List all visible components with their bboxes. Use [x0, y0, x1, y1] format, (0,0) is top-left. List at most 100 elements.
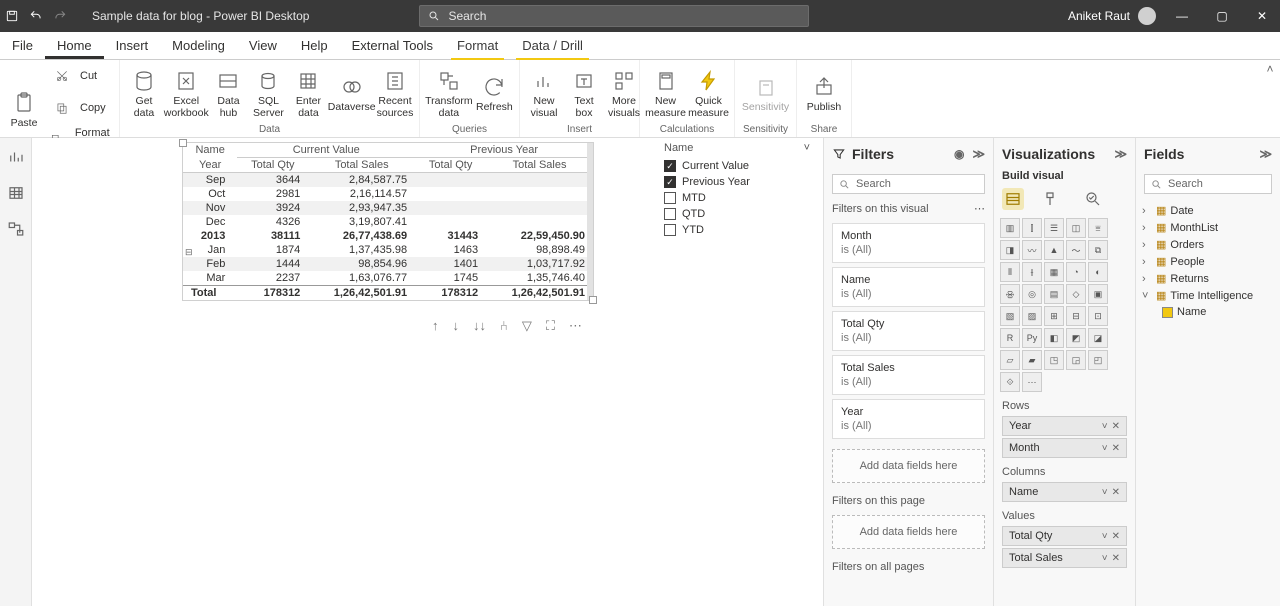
viz-type-chip[interactable]: ◎	[1022, 284, 1042, 304]
quick-measure-button[interactable]: Quick measure	[687, 65, 730, 119]
filter-card[interactable]: Nameis (All)	[832, 267, 985, 307]
viz-type-chip[interactable]: ⧉	[1088, 240, 1108, 260]
viz-type-chip[interactable]: ▥	[1000, 218, 1020, 238]
eye-icon[interactable]: ◉	[954, 147, 964, 161]
format-visual-tab[interactable]	[1042, 188, 1064, 210]
viz-type-chip[interactable]: ☰	[1044, 218, 1064, 238]
report-canvas[interactable]: Name Current Value Previous Year Year To…	[32, 138, 823, 606]
drill-up-icon[interactable]: ↑	[432, 318, 439, 334]
redo-icon[interactable]	[52, 9, 68, 23]
remove-field-icon[interactable]: ✕	[1112, 487, 1120, 498]
close-button[interactable]: ✕	[1248, 9, 1276, 23]
remove-field-icon[interactable]: ✕	[1112, 531, 1120, 542]
viz-type-chip[interactable]: ◩	[1066, 328, 1086, 348]
dataverse-button[interactable]: Dataverse	[328, 71, 375, 113]
table-row[interactable]: Dec43263,19,807.41	[183, 215, 593, 229]
columns-field[interactable]: Name˅✕	[1002, 482, 1127, 502]
collapse-pane-icon[interactable]: ≫	[1114, 147, 1127, 161]
viz-type-chip[interactable]: ◫	[1066, 218, 1086, 238]
cut-button[interactable]: Cut	[44, 60, 119, 92]
row-expand-icon[interactable]: ⊟	[185, 247, 193, 258]
chevron-down-icon[interactable]: ˅	[1102, 531, 1108, 542]
title-search[interactable]: Search	[419, 5, 809, 27]
fields-table[interactable]: ›▦Returns	[1142, 270, 1274, 287]
filters-search[interactable]: Search	[832, 174, 985, 194]
publish-button[interactable]: Publish	[801, 71, 847, 113]
slicer-visual[interactable]: Name ˅ ✓Current Value✓Previous YearMTDQT…	[662, 142, 812, 238]
tab-data-drill[interactable]: Data / Drill	[510, 32, 595, 59]
viz-type-chip[interactable]: ◇	[1066, 284, 1086, 304]
fields-table[interactable]: ›▦Orders	[1142, 236, 1274, 253]
viz-type-chip[interactable]: ▰	[1022, 350, 1042, 370]
excel-button[interactable]: Excel workbook	[164, 65, 208, 119]
model-view-icon[interactable]	[7, 220, 25, 238]
chevron-down-icon[interactable]: ˅	[1102, 487, 1108, 498]
table-row[interactable]: Nov39242,93,947.35	[183, 201, 593, 215]
table-row[interactable]: Sep36442,84,587.75	[183, 173, 593, 188]
viz-type-chip[interactable]: ⊟	[1066, 306, 1086, 326]
tab-format[interactable]: Format	[445, 32, 510, 59]
user-account[interactable]: Aniket Raut	[1068, 7, 1156, 25]
viz-type-chip[interactable]: ◧	[1044, 328, 1064, 348]
more-visuals-button[interactable]: More visuals	[604, 65, 644, 119]
viz-type-chip[interactable]: R	[1000, 328, 1020, 348]
filter-card[interactable]: Total Qtyis (All)	[832, 311, 985, 351]
fields-table[interactable]: ›▦Date	[1142, 202, 1274, 219]
new-measure-button[interactable]: New measure	[644, 65, 687, 119]
slicer-option[interactable]: QTD	[662, 206, 812, 222]
build-visual-tab[interactable]	[1002, 188, 1024, 210]
report-view-icon[interactable]	[7, 148, 25, 166]
filter-icon[interactable]: ▽	[522, 318, 532, 334]
chevron-down-icon[interactable]: ˅	[804, 142, 810, 154]
viz-type-chip[interactable]: 🝮	[1000, 284, 1020, 304]
text-box-button[interactable]: Text box	[564, 65, 604, 119]
viz-type-chip[interactable]: ▦	[1044, 262, 1064, 282]
expand-all-icon[interactable]: ↓↓	[473, 318, 486, 334]
remove-field-icon[interactable]: ✕	[1112, 553, 1120, 564]
fields-field[interactable]: Name	[1142, 304, 1274, 320]
viz-type-chip[interactable]: ⫿	[1022, 218, 1042, 238]
viz-type-chip[interactable]: ◳	[1044, 350, 1064, 370]
tab-external-tools[interactable]: External Tools	[340, 32, 445, 59]
viz-type-chip[interactable]: ◲	[1066, 350, 1086, 370]
chevron-down-icon[interactable]: ˅	[1102, 553, 1108, 564]
slicer-option[interactable]: ✓Previous Year	[662, 174, 812, 190]
table-row[interactable]: Feb144498,854.9614011,03,717.92	[183, 257, 593, 271]
add-page-filter[interactable]: Add data fields here	[832, 515, 985, 549]
viz-type-chip[interactable]: 〰	[1022, 240, 1042, 260]
viz-type-chip[interactable]: ▨	[1022, 306, 1042, 326]
get-data-button[interactable]: Get data	[124, 65, 164, 119]
table-row[interactable]: Mar22371,63,076.7717451,35,746.40	[183, 271, 593, 286]
paste-button[interactable]: Paste	[4, 87, 44, 129]
drill-down-icon[interactable]: ↓	[453, 318, 460, 334]
remove-field-icon[interactable]: ✕	[1112, 443, 1120, 454]
more-options-icon[interactable]: ⋯	[569, 318, 582, 334]
minimize-button[interactable]: ―	[1168, 9, 1196, 23]
tab-help[interactable]: Help	[289, 32, 340, 59]
expand-level-icon[interactable]: ⑃	[500, 318, 508, 334]
collapse-ribbon-icon[interactable]: ˄	[1260, 60, 1280, 137]
filter-card[interactable]: Yearis (All)	[832, 399, 985, 439]
viz-type-chip[interactable]: ⋯	[1022, 372, 1042, 392]
fields-table-expanded[interactable]: ˅▦Time Intelligence	[1142, 287, 1274, 304]
recent-sources-button[interactable]: Recent sources	[375, 65, 415, 119]
fields-search[interactable]: Search	[1144, 174, 1272, 194]
rows-field[interactable]: Year˅✕	[1002, 416, 1127, 436]
focus-mode-icon[interactable]: ⛶	[546, 318, 555, 334]
chevron-down-icon[interactable]: ˅	[1102, 443, 1108, 454]
tab-view[interactable]: View	[237, 32, 289, 59]
refresh-button[interactable]: Refresh	[474, 71, 515, 113]
table-row[interactable]: Jan18741,37,435.98146398,898.49	[183, 243, 593, 257]
viz-type-chip[interactable]: 〜	[1066, 240, 1086, 260]
tab-home[interactable]: Home	[45, 32, 104, 59]
matrix-visual[interactable]: Name Current Value Previous Year Year To…	[182, 142, 594, 301]
viz-type-chip[interactable]: ◪	[1088, 328, 1108, 348]
viz-type-chip[interactable]: ⫲	[1022, 262, 1042, 282]
tab-modeling[interactable]: Modeling	[160, 32, 237, 59]
viz-type-chip[interactable]: Py	[1022, 328, 1042, 348]
viz-type-chip[interactable]: ⊡	[1088, 306, 1108, 326]
data-hub-button[interactable]: Data hub	[208, 65, 248, 119]
add-visual-filter[interactable]: Add data fields here	[832, 449, 985, 483]
fields-table[interactable]: ›▦MonthList	[1142, 219, 1274, 236]
sql-server-button[interactable]: SQL Server	[248, 65, 288, 119]
